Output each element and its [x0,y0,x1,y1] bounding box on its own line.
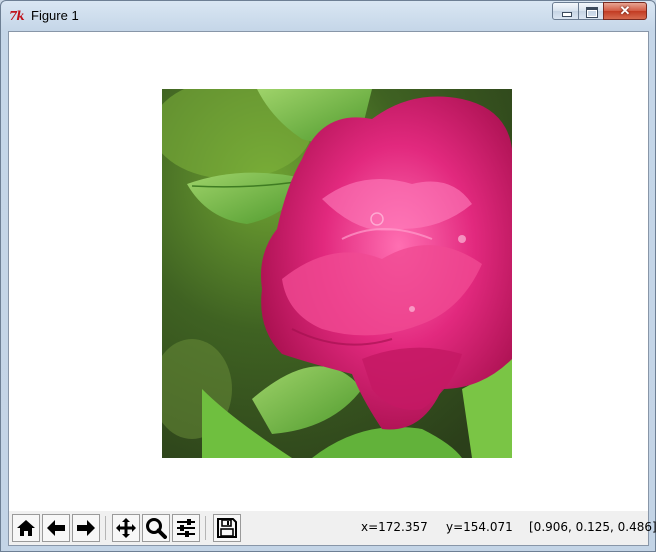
save-button[interactable] [213,514,241,542]
figure-window: 7k Figure 1 ✕ x=172.357 y=154.071 [0.906… [0,0,656,552]
home-icon [17,520,35,536]
peony-photo [162,89,512,458]
cursor-y-readout: y=154.071 [446,520,513,534]
toolbar-separator [205,516,206,540]
configure-subplots-button[interactable] [172,514,200,542]
floppy-disk-icon [217,518,237,538]
cursor-x-readout: x=172.357 [361,520,428,534]
window-title: Figure 1 [31,8,79,23]
forward-button[interactable] [72,514,100,542]
pan-button[interactable] [112,514,140,542]
figure-client-area: x=172.357 y=154.071 [0.906, 0.125, 0.486… [8,31,656,546]
figure-canvas[interactable] [9,32,648,511]
toolbar-separator [105,516,106,540]
arrow-left-icon [47,520,65,536]
navigation-toolbar: x=172.357 y=154.071 [0.906, 0.125, 0.486… [9,511,656,545]
back-button[interactable] [42,514,70,542]
tk-app-icon: 7k [9,9,25,23]
pixel-value-readout: [0.906, 0.125, 0.486] [529,520,656,534]
magnifier-icon [146,518,167,539]
minimize-icon [562,12,572,17]
maximize-button[interactable] [578,2,604,20]
close-button[interactable]: ✕ [603,2,647,20]
home-button[interactable] [12,514,40,542]
maximize-icon [586,7,598,18]
minimize-button[interactable] [552,2,579,20]
move-icon [116,518,136,538]
sliders-icon [177,519,195,537]
close-icon: ✕ [619,3,631,18]
zoom-button[interactable] [142,514,170,542]
title-bar[interactable]: 7k Figure 1 ✕ [1,1,655,31]
arrow-right-icon [77,520,95,536]
image-axes[interactable] [162,89,512,458]
